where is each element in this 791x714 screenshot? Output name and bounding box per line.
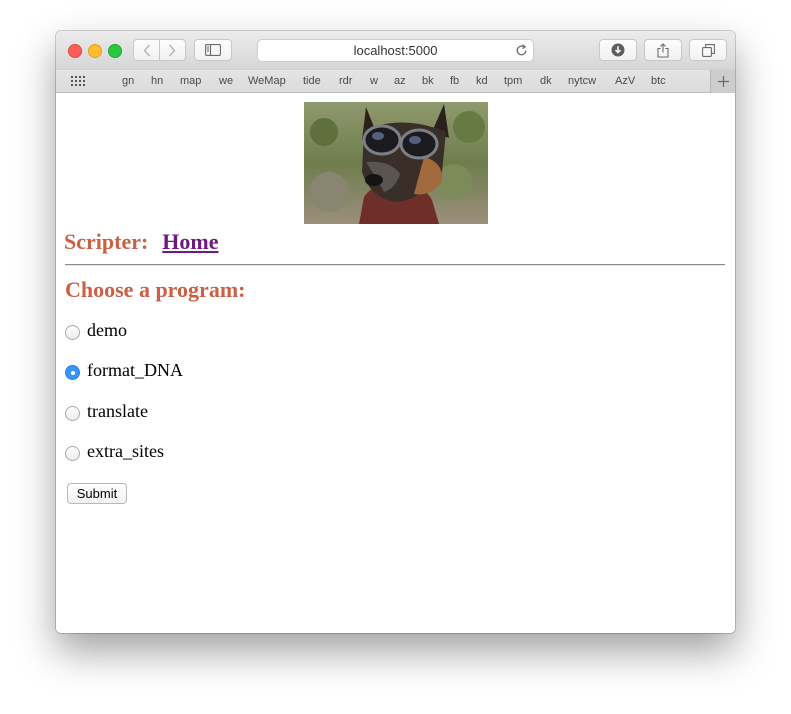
bookmark-item[interactable]: tpm <box>504 75 522 87</box>
bookmark-item[interactable]: w <box>370 75 378 87</box>
page-heading: Scripter: Home <box>64 229 219 255</box>
home-link[interactable]: Home <box>162 229 218 254</box>
title-bar: localhost:5000 <box>56 31 735 69</box>
forward-icon <box>169 44 176 56</box>
scripter-label: Scripter: <box>64 229 149 254</box>
divider <box>65 264 725 266</box>
back-icon <box>143 44 150 56</box>
radio-extra-sites[interactable] <box>65 445 80 461</box>
bookmark-item[interactable]: rdr <box>339 75 352 87</box>
submit-button[interactable]: Submit <box>67 483 127 504</box>
bookmark-item[interactable]: fb <box>450 75 459 87</box>
tabs-icon <box>701 43 715 57</box>
bookmark-item[interactable]: btc <box>651 75 666 87</box>
new-tab-button[interactable] <box>710 70 735 93</box>
bookmark-item[interactable]: bk <box>422 75 434 87</box>
bookmark-item[interactable]: AzV <box>615 75 635 87</box>
reload-icon[interactable] <box>515 44 528 57</box>
bookmark-item[interactable]: WeMap <box>248 75 286 87</box>
url-text: localhost:5000 <box>353 43 438 58</box>
minimize-window-button[interactable] <box>88 44 102 58</box>
nav-buttons <box>133 39 186 61</box>
option-extra-sites: extra_sites <box>65 441 164 462</box>
option-demo: demo <box>65 320 127 341</box>
option-label: format_DNA <box>87 360 183 380</box>
zoom-window-button[interactable] <box>108 44 122 58</box>
bookmark-item[interactable]: map <box>180 75 201 87</box>
option-label: extra_sites <box>87 441 164 461</box>
forward-button[interactable] <box>160 40 185 60</box>
option-format-dna: format_DNA <box>65 360 183 381</box>
radio-translate[interactable] <box>65 405 80 421</box>
page-content: Scripter: Home Choose a program: demo for… <box>56 93 735 633</box>
bookmark-item[interactable]: hn <box>151 75 163 87</box>
option-label: demo <box>87 320 127 340</box>
bookmark-item[interactable]: nytcw <box>568 75 596 87</box>
bookmark-item[interactable]: kd <box>476 75 488 87</box>
bookmark-item[interactable]: we <box>219 75 233 87</box>
close-window-button[interactable] <box>68 44 82 58</box>
share-icon <box>657 42 669 58</box>
browser-window: localhost:5000 gn hn map we WeMap tide r… <box>56 31 735 633</box>
radio-format-dna[interactable] <box>65 364 80 380</box>
choose-program-heading: Choose a program: <box>65 277 246 302</box>
option-label: translate <box>87 401 148 421</box>
downloads-button[interactable] <box>599 39 637 61</box>
sidebar-icon <box>205 44 221 56</box>
bookmark-item[interactable]: tide <box>303 75 321 87</box>
download-icon <box>611 43 625 57</box>
radio-demo[interactable] <box>65 324 80 340</box>
sidebar-button[interactable] <box>194 39 232 61</box>
dog-photo <box>304 102 488 224</box>
bookmark-item[interactable]: gn <box>122 75 134 87</box>
show-tabs-button[interactable] <box>689 39 727 61</box>
back-button[interactable] <box>134 40 159 60</box>
address-bar[interactable]: localhost:5000 <box>257 39 534 62</box>
grid-icon[interactable] <box>71 76 86 87</box>
bookmark-item[interactable]: az <box>394 75 406 87</box>
option-translate: translate <box>65 401 148 422</box>
bookmarks-bar: gn hn map we WeMap tide rdr w az bk fb k… <box>56 69 735 93</box>
plus-icon <box>717 76 729 87</box>
bookmark-item[interactable]: dk <box>540 75 552 87</box>
share-button[interactable] <box>644 39 682 61</box>
